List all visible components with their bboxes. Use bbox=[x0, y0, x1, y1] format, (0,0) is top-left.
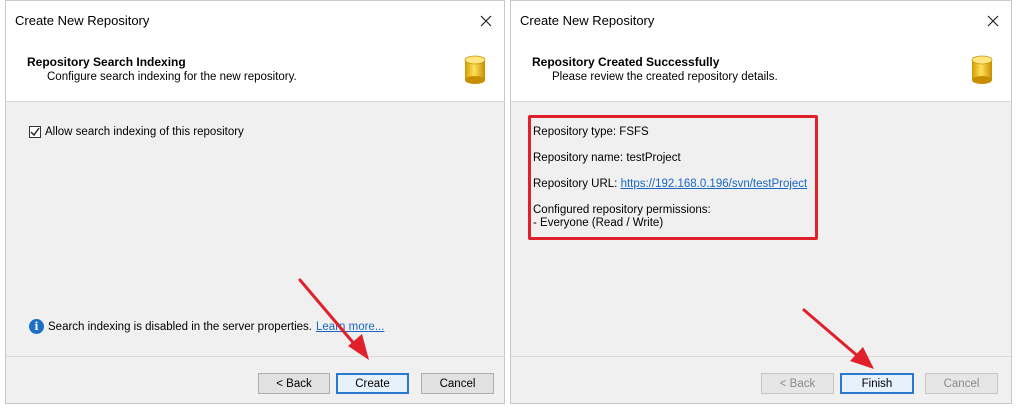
close-icon bbox=[987, 15, 999, 27]
checkmark-icon bbox=[30, 127, 40, 137]
header-title: Repository Search Indexing bbox=[27, 55, 186, 69]
database-icon bbox=[464, 55, 486, 84]
info-icon: i bbox=[29, 319, 44, 334]
create-button[interactable]: Create bbox=[336, 373, 409, 394]
wizard-body: Allow search indexing of this repository… bbox=[6, 102, 504, 357]
close-icon bbox=[480, 15, 492, 27]
finish-button[interactable]: Finish bbox=[840, 373, 914, 394]
database-icon bbox=[971, 55, 993, 84]
header-subtitle: Please review the created repository det… bbox=[552, 71, 778, 83]
close-button[interactable] bbox=[981, 9, 1005, 33]
wizard-header: Repository Created Successfully Please r… bbox=[511, 41, 1011, 102]
permissions-title: Configured repository permissions: bbox=[533, 204, 711, 216]
repo-type: Repository type: FSFS bbox=[533, 126, 649, 138]
repo-name: Repository name: testProject bbox=[533, 152, 681, 164]
allow-indexing-checkbox-row[interactable]: Allow search indexing of this repository bbox=[29, 126, 244, 138]
annotation-arrow-finish bbox=[802, 308, 874, 369]
search-indexing-dialog: Create New Repository Repository Search … bbox=[5, 0, 505, 404]
repo-url-link[interactable]: https://192.168.0.196/svn/testProject bbox=[621, 178, 808, 190]
repo-url-row: Repository URL: https://192.168.0.196/sv… bbox=[533, 178, 807, 190]
title-bar: Create New Repository bbox=[6, 1, 504, 41]
window-title: Create New Repository bbox=[520, 13, 655, 28]
header-subtitle: Configure search indexing for the new re… bbox=[47, 71, 297, 83]
permissions-entry: - Everyone (Read / Write) bbox=[533, 217, 664, 229]
window-title: Create New Repository bbox=[15, 13, 150, 28]
title-bar: Create New Repository bbox=[511, 1, 1011, 41]
cancel-button[interactable]: Cancel bbox=[421, 373, 494, 394]
info-text: Search indexing is disabled in the serve… bbox=[48, 320, 313, 333]
repo-url-label: Repository URL: bbox=[533, 178, 621, 190]
wizard-footer: < Back Finish Cancel bbox=[511, 357, 1011, 403]
header-title: Repository Created Successfully bbox=[532, 55, 720, 69]
cancel-button[interactable]: Cancel bbox=[925, 373, 998, 394]
allow-indexing-checkbox[interactable] bbox=[29, 126, 41, 138]
wizard-body: Repository type: FSFS Repository name: t… bbox=[511, 102, 1011, 357]
annotation-arrow-create bbox=[298, 278, 369, 360]
close-button[interactable] bbox=[474, 9, 498, 33]
repository-created-dialog: Create New Repository Repository Created… bbox=[510, 0, 1012, 404]
back-button[interactable]: < Back bbox=[761, 373, 834, 394]
checkbox-label: Allow search indexing of this repository bbox=[45, 126, 244, 138]
back-button[interactable]: < Back bbox=[258, 373, 330, 394]
wizard-header: Repository Search Indexing Configure sea… bbox=[6, 41, 504, 102]
wizard-footer: < Back Create Cancel bbox=[6, 357, 504, 403]
